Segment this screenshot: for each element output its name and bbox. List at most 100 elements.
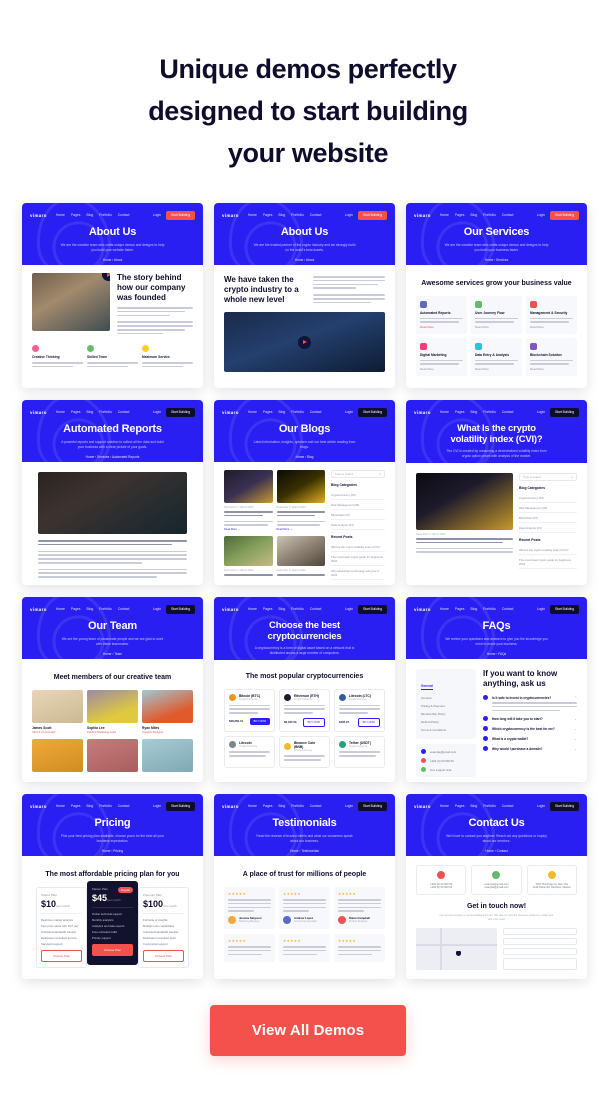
service-tile[interactable]: Digital Marketing Read More: [416, 338, 467, 377]
nav-link-contact[interactable]: Contact: [118, 607, 130, 611]
nav-link-pages[interactable]: Pages: [71, 410, 81, 414]
nav-link-contact[interactable]: Contact: [310, 213, 322, 217]
nav-link-portfolio[interactable]: Portfolio: [291, 410, 303, 414]
start-building-button[interactable]: Start Building: [550, 604, 579, 614]
service-link[interactable]: Read More: [420, 367, 463, 371]
nav-link-home[interactable]: Home: [56, 607, 65, 611]
blog-post[interactable]: December 2, March 2022: [224, 536, 273, 578]
nav-link-home[interactable]: Home: [248, 804, 257, 808]
faq-question[interactable]: Why would I purchase a domain?: [492, 747, 542, 751]
chevron-down-icon[interactable]: ⌄: [574, 717, 577, 721]
start-building-button[interactable]: Start Building: [358, 407, 387, 417]
demo-card-faqs[interactable]: vimaro Home Pages Blog Portfolio Contact…: [406, 597, 587, 782]
nav-link-home[interactable]: Home: [56, 410, 65, 414]
pricing-plan[interactable]: Starter Plan $10/per month Real time mar…: [36, 887, 87, 968]
nav-link-contact[interactable]: Contact: [310, 804, 322, 808]
nav-link-portfolio[interactable]: Portfolio: [483, 410, 495, 414]
faq-accordion-item[interactable]: What is a crypto wallet? ⌄: [483, 736, 577, 742]
nav-link-home[interactable]: Home: [440, 213, 449, 217]
login-link[interactable]: Login: [153, 410, 161, 414]
member-photo[interactable]: [32, 739, 83, 772]
faq-category-item[interactable]: Account: [421, 694, 471, 702]
login-link[interactable]: Login: [345, 410, 353, 414]
buy-now-button[interactable]: BUY NOW: [249, 717, 270, 725]
member-photo[interactable]: [87, 739, 138, 772]
start-building-button[interactable]: Start Building: [550, 210, 579, 220]
nav-link-contact[interactable]: Contact: [118, 804, 130, 808]
nav-link-home[interactable]: Home: [248, 410, 257, 414]
nav-link-blog[interactable]: Blog: [86, 804, 93, 808]
search-icon[interactable]: ⌕: [379, 472, 381, 476]
nav-link-portfolio[interactable]: Portfolio: [291, 213, 303, 217]
login-link[interactable]: Login: [153, 607, 161, 611]
start-building-button[interactable]: Start Building: [166, 604, 195, 614]
phone-field[interactable]: [502, 938, 577, 945]
demo-card-cryptocurrencies[interactable]: vimaro Home Pages Blog Portfolio Contact…: [214, 597, 395, 782]
team-member[interactable]: Ryan Miles Creative Designer: [142, 690, 193, 734]
faq-question[interactable]: How long will it take you to start?: [492, 717, 543, 721]
search-input[interactable]: Type to search ⌕: [331, 470, 385, 478]
faq-accordion-item[interactable]: Which cryptocurrency is the best for me?…: [483, 726, 577, 732]
buy-now-button[interactable]: BUY NOW: [302, 717, 325, 727]
faq-category-item[interactable]: Pricing & Payment: [421, 702, 471, 710]
faq-accordion-item[interactable]: Why would I purchase a domain? ⌄: [483, 746, 577, 752]
nav-link-pages[interactable]: Pages: [263, 607, 273, 611]
recent-post-item[interactable]: Why blockchain technology will grow in 2…: [331, 566, 385, 580]
service-tile[interactable]: Automated Reports Read More: [416, 296, 467, 335]
coin-card[interactable]: Binance Coin (BNB) Crypto Currency: [279, 735, 330, 768]
chevron-down-icon[interactable]: ⌄: [574, 747, 577, 751]
member-photo[interactable]: [142, 739, 193, 772]
choose-plan-button[interactable]: Choose Plan: [92, 944, 133, 956]
nav-link-contact[interactable]: Contact: [502, 607, 514, 611]
pricing-plan[interactable]: Premium Plan $100/per month Full suite o…: [138, 887, 189, 968]
faq-contact-label[interactable]: Live support chat: [430, 768, 451, 772]
nav-link-home[interactable]: Home: [440, 804, 449, 808]
team-member[interactable]: Sophia Lee Content Marketing Lead: [87, 690, 138, 734]
login-link[interactable]: Login: [153, 213, 161, 217]
nav-link-pages[interactable]: Pages: [71, 804, 81, 808]
recent-post-item[interactable]: The most basic crypto guide for beginner…: [331, 552, 385, 566]
nav-link-home[interactable]: Home: [248, 607, 257, 611]
faq-category-active[interactable]: General: [421, 684, 433, 690]
nav-link-contact[interactable]: Contact: [502, 213, 514, 217]
nav-link-blog[interactable]: Blog: [278, 410, 285, 414]
faq-contact-label[interactable]: +964 (0) 00 000 00: [430, 759, 454, 763]
nav-link-blog[interactable]: Blog: [278, 213, 285, 217]
demo-card-our-blogs[interactable]: vimaro Home Pages Blog Portfolio Contact…: [214, 400, 395, 585]
location-map[interactable]: [416, 928, 497, 970]
nav-link-portfolio[interactable]: Portfolio: [99, 804, 111, 808]
coin-card[interactable]: Litecoin (LTC) Crypto Currency $165.27 B…: [334, 689, 385, 732]
nav-link-pages[interactable]: Pages: [455, 804, 465, 808]
nav-link-home[interactable]: Home: [56, 213, 65, 217]
coin-card[interactable]: Ethereum (ETH) Crypto Currency $3,427.03…: [279, 689, 330, 732]
category-item[interactable]: Risk Management (05): [331, 500, 385, 510]
blog-post[interactable]: December 2, March 2022 Read More →: [224, 470, 273, 531]
blog-post[interactable]: December 2, March 2022 Read More →: [276, 470, 325, 531]
nav-link-pages[interactable]: Pages: [455, 213, 465, 217]
nav-link-blog[interactable]: Blog: [278, 607, 285, 611]
nav-link-contact[interactable]: Contact: [118, 410, 130, 414]
service-link[interactable]: Read More: [475, 325, 518, 329]
start-building-button[interactable]: Start Building: [358, 210, 387, 220]
nav-link-home[interactable]: Home: [440, 607, 449, 611]
nav-links[interactable]: Home Pages Blog Portfolio Contact: [56, 213, 130, 217]
service-tile[interactable]: User Journey Flow Read More: [471, 296, 522, 335]
faq-contact-label[interactable]: example@gmail.com: [430, 750, 456, 754]
start-building-button[interactable]: Start Building: [358, 604, 387, 614]
service-tile[interactable]: Management & Security Read More: [526, 296, 577, 335]
nav-link-home[interactable]: Home: [440, 410, 449, 414]
nav-link-portfolio[interactable]: Portfolio: [291, 607, 303, 611]
view-all-demos-button[interactable]: View All Demos: [209, 1005, 407, 1056]
service-link[interactable]: Read More: [530, 367, 573, 371]
faq-category-item[interactable]: Refund Policy: [421, 718, 471, 726]
nav-link-blog[interactable]: Blog: [86, 607, 93, 611]
start-building-button[interactable]: Start Building: [550, 407, 579, 417]
category-item[interactable]: Blockchain (07): [519, 513, 577, 523]
nav-link-portfolio[interactable]: Portfolio: [483, 607, 495, 611]
service-link[interactable]: Read More: [475, 367, 518, 371]
faq-category-item[interactable]: Terms & Conditions: [421, 726, 471, 734]
faq-accordion-item[interactable]: How long will it take you to start? ⌄: [483, 716, 577, 722]
category-item[interactable]: Cryptocurrency (09): [331, 490, 385, 500]
name-field[interactable]: [502, 928, 577, 935]
category-item[interactable]: Cryptocurrency (09): [519, 493, 577, 503]
